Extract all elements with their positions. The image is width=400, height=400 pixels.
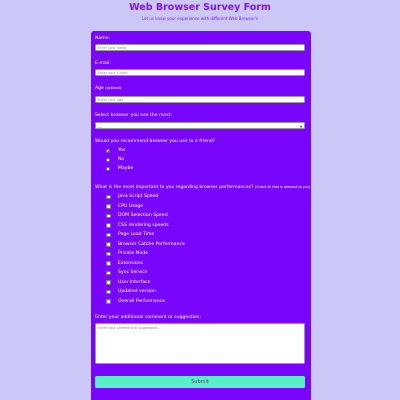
age-label-text: Age xyxy=(95,86,104,91)
radio-yes-label: Yes xyxy=(118,148,126,153)
email-label: E-mail: xyxy=(95,61,111,66)
comment-label: Enter your additional comment or suggest… xyxy=(95,315,202,320)
checkbox-label: Page Load Time xyxy=(118,232,155,237)
email-input[interactable]: Enter your E-mail xyxy=(95,69,305,76)
checkbox-label: Private Mode xyxy=(118,251,148,256)
checkbox-dom-selection-speed[interactable] xyxy=(106,213,111,218)
checkbox-label: Browser Catche Performance xyxy=(118,241,185,247)
submit-button[interactable]: Submit xyxy=(95,376,305,388)
checkbox-private-mode[interactable] xyxy=(106,251,111,256)
radio-no[interactable] xyxy=(106,157,110,162)
checkbox-cache-performance[interactable] xyxy=(106,242,111,247)
radio-yes[interactable] xyxy=(106,148,110,153)
checkbox-label: DOM Selection Speed xyxy=(118,213,168,218)
performance-label: What is the most important to you regard… xyxy=(95,185,310,190)
age-optional-note: (optional): xyxy=(105,86,123,90)
recommend-label: Would you recommend browser you use to a… xyxy=(95,139,216,144)
checkbox-label: CSS rendering speeds xyxy=(118,222,169,228)
checkbox-extensions[interactable] xyxy=(106,261,111,266)
checkbox-css-rendering[interactable] xyxy=(106,223,111,228)
age-input[interactable]: Enter your age xyxy=(95,96,305,103)
checkbox-user-interface[interactable] xyxy=(106,280,111,285)
performance-label-text: What is the most important to you regard… xyxy=(95,185,254,190)
browser-select-label: Select browser you use the most: xyxy=(95,113,172,118)
chevron-down-icon: ▾ xyxy=(299,123,302,129)
checkbox-label: Java Script Speed xyxy=(118,194,159,199)
checkbox-label: Sync Service xyxy=(118,270,148,275)
performance-note: (Check all that is relevant to you) xyxy=(254,185,311,189)
name-label: Name: xyxy=(95,36,111,41)
checkbox-label: User Interface xyxy=(118,279,151,285)
radio-no-label: No xyxy=(118,157,125,162)
checkbox-sync-service[interactable] xyxy=(106,270,111,275)
radio-maybe-label: Maybe xyxy=(118,166,134,171)
page-title: Web Browser Survey Form xyxy=(129,2,271,13)
checkbox-updated-version[interactable] xyxy=(106,289,111,294)
checkbox-page-load-time[interactable] xyxy=(106,232,111,237)
checkbox-overall-performance[interactable] xyxy=(106,299,111,304)
checkbox-label: Updated version xyxy=(118,289,156,294)
survey-form: Name: Enter your name E-mail: Enter your… xyxy=(91,31,311,400)
radio-maybe[interactable] xyxy=(106,166,110,171)
browser-select[interactable]: --- ▾ xyxy=(95,122,305,129)
checkbox-label: CPU Usage xyxy=(118,203,144,209)
checkbox-label: Overall Performance xyxy=(118,298,165,304)
comment-textarea[interactable]: Enter your comment or suggestion... xyxy=(95,323,305,364)
checkbox-cpu-usage[interactable] xyxy=(106,204,111,209)
checkbox-javascript-speed[interactable] xyxy=(106,194,111,199)
checkbox-label: Extensions xyxy=(118,260,143,266)
name-input[interactable]: Enter your name xyxy=(95,44,305,51)
browser-select-value: --- xyxy=(98,124,102,129)
page-subtitle: Let us know your experience with differe… xyxy=(141,16,259,21)
age-label: Age (optional): xyxy=(95,86,122,91)
